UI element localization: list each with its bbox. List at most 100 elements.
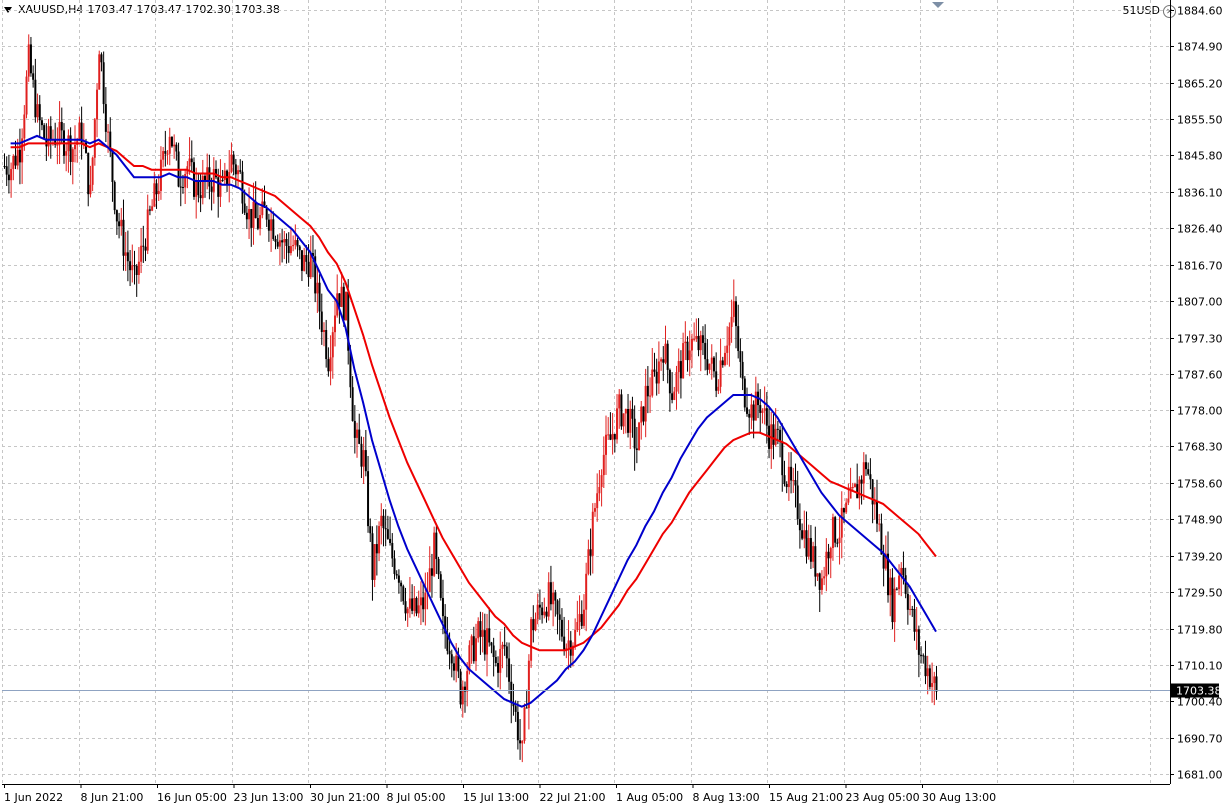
candle-body	[697, 336, 700, 351]
candle-body	[664, 343, 667, 363]
candle-body	[107, 131, 110, 133]
candle-body	[303, 255, 306, 271]
candle-body	[750, 404, 753, 418]
candle-body	[278, 240, 281, 247]
candle-body	[320, 311, 323, 332]
grid-layer	[2, 0, 1170, 784]
candle-body	[519, 740, 522, 744]
candle-body	[556, 600, 559, 615]
candle-body	[333, 315, 336, 333]
y-tick-label: 1865.20	[1177, 78, 1223, 91]
candle-body	[878, 523, 881, 525]
candle-body	[43, 125, 46, 139]
candle-body	[730, 316, 733, 327]
candle-body	[497, 662, 500, 673]
candle-body	[371, 533, 374, 580]
candle-body	[10, 168, 13, 181]
candle-body	[600, 475, 603, 487]
candle-body	[501, 644, 504, 649]
candle-body	[508, 658, 511, 682]
candle-body	[684, 341, 687, 344]
candle-body	[748, 413, 751, 418]
y-tick-label: 1690.70	[1177, 733, 1223, 746]
candle-body	[243, 203, 246, 213]
candle-body	[814, 546, 817, 577]
candle-body	[917, 629, 920, 655]
candle-body	[382, 515, 385, 529]
candle-body	[111, 151, 114, 182]
candle-body	[510, 681, 513, 703]
candle-body	[772, 424, 775, 445]
candle-body	[378, 526, 381, 554]
candle-body	[728, 326, 731, 346]
candle-body	[188, 158, 191, 167]
candle-body	[3, 165, 6, 167]
candle-body	[527, 660, 530, 709]
ma-slow-line	[10, 142, 937, 652]
candle-body	[490, 642, 493, 646]
candle-body	[234, 164, 237, 175]
candle-body	[622, 413, 625, 427]
candle-body	[523, 707, 526, 741]
candle-body	[693, 338, 696, 340]
candle-body	[499, 648, 502, 673]
candle-body	[131, 265, 134, 271]
candle-body	[651, 369, 654, 396]
price-chart[interactable]: 1884.60 1874.90 1865.20 1855.50 1845.80 1836.…	[0, 0, 1232, 808]
candle-body	[933, 676, 936, 684]
candle-body	[580, 614, 583, 626]
candle-body	[783, 475, 786, 484]
candle-body	[153, 183, 156, 207]
candle-body	[276, 241, 279, 247]
candle-body	[915, 629, 918, 632]
candle-body	[285, 239, 288, 246]
candle-body	[155, 183, 158, 195]
candle-body	[479, 621, 482, 637]
x-tick-label: 8 Jul 05:00	[387, 791, 446, 804]
candle-body	[296, 240, 299, 247]
candle-body	[809, 538, 812, 562]
candle-body	[413, 597, 416, 611]
candle-body	[267, 219, 270, 231]
candle-body	[895, 588, 898, 590]
candle-body	[49, 126, 52, 140]
candle-body	[514, 706, 517, 712]
candle-body	[375, 544, 378, 554]
candle-body	[142, 245, 145, 247]
candle-body	[785, 483, 788, 488]
candle-body	[787, 466, 790, 488]
candle-body	[673, 391, 676, 400]
candle-body	[781, 441, 784, 476]
y-tick-label: 1826.40	[1177, 223, 1223, 236]
candle-body	[486, 628, 489, 655]
candle-body	[93, 119, 96, 158]
candle-body	[893, 588, 896, 623]
candle-body	[318, 282, 321, 312]
current-price-label: 1703.38	[1176, 685, 1222, 698]
candle-body	[686, 341, 689, 361]
candle-body	[250, 209, 253, 228]
candle-body	[598, 486, 601, 494]
candle-body	[5, 166, 8, 175]
candle-body	[902, 567, 905, 576]
candle-body	[807, 538, 810, 557]
candle-body	[876, 501, 879, 524]
candle-body	[118, 221, 121, 227]
candle-body	[593, 508, 596, 512]
candle-body	[151, 206, 154, 211]
x-tick-label: 8 Aug 13:00	[693, 791, 760, 804]
y-tick-label: 1758.60	[1177, 478, 1223, 491]
candle-body	[909, 608, 912, 610]
candle-body	[576, 622, 579, 631]
candle-body	[662, 359, 665, 363]
candle-body	[342, 286, 345, 321]
candle-body	[679, 361, 682, 379]
candle-body	[708, 363, 711, 370]
candle-body	[272, 219, 275, 239]
candle-body	[164, 151, 167, 154]
candle-body	[137, 261, 140, 275]
y-tick-label: 1778.00	[1177, 405, 1223, 418]
candle-body	[549, 582, 552, 605]
candle-body	[281, 240, 284, 243]
candle-body	[455, 655, 458, 671]
